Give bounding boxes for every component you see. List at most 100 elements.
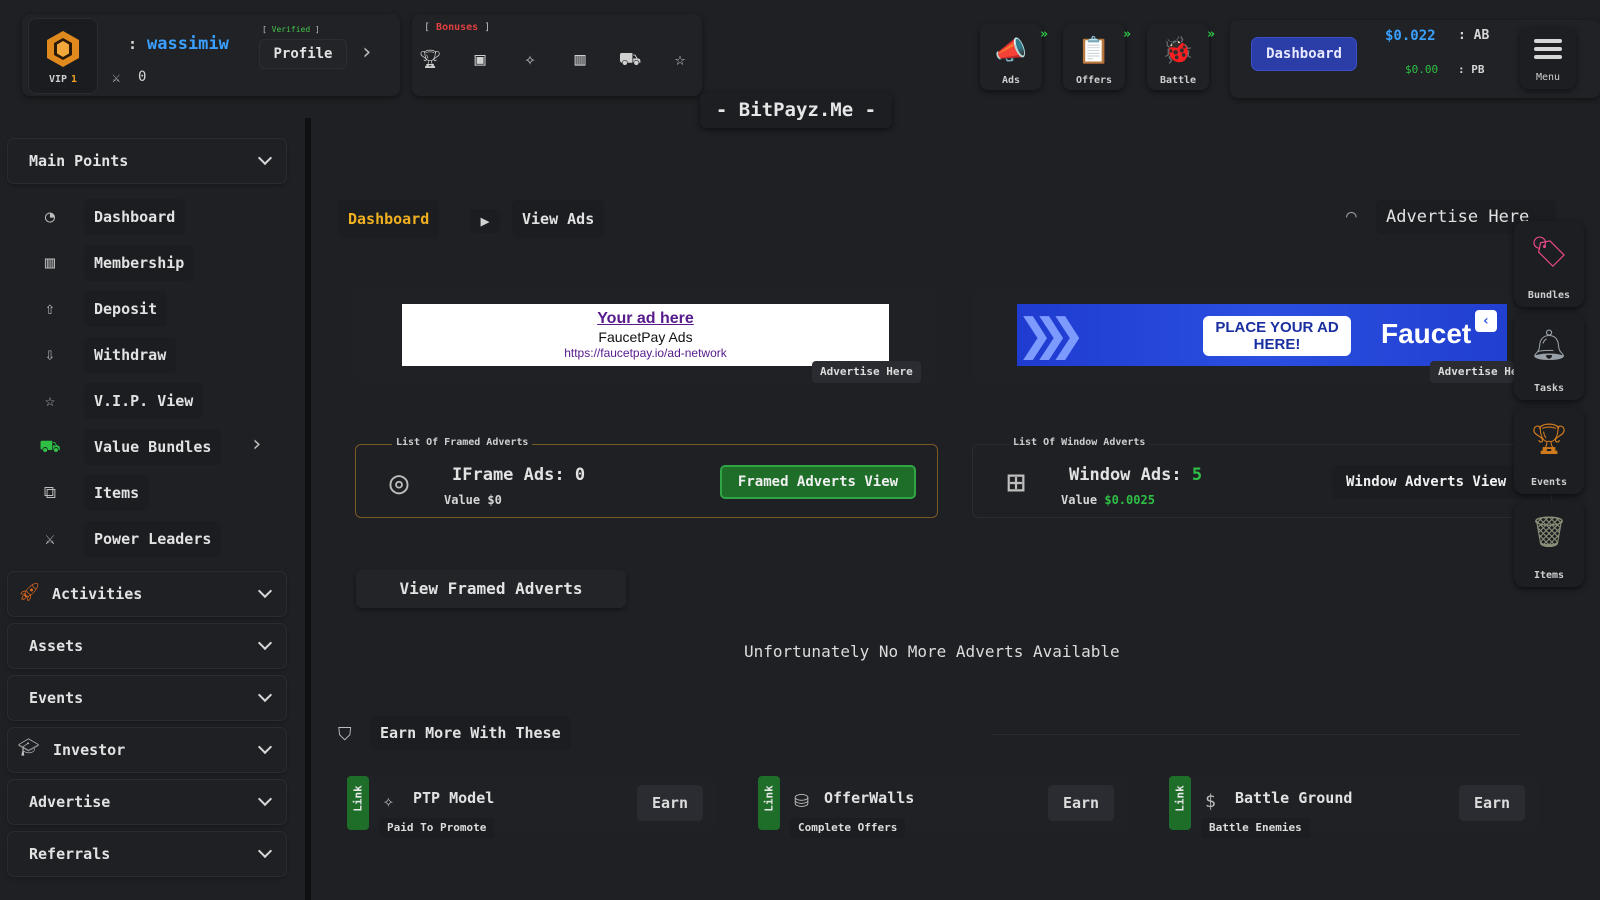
window-adverts-view-button[interactable]: Window Adverts View xyxy=(1332,465,1532,499)
rail-label: Bundles xyxy=(1527,290,1571,301)
rail-items[interactable]: 🗑︎ Items xyxy=(1514,501,1584,587)
tag-icon: ⛉ xyxy=(338,724,352,745)
window-title: Window Ads: xyxy=(1069,465,1182,485)
rail-events[interactable]: 🏆︎ Events xyxy=(1514,408,1584,494)
cart-icon: ⛟ xyxy=(39,437,61,457)
sidebar-group-events[interactable]: Events xyxy=(8,676,286,720)
sidebar-item-label: Items xyxy=(84,475,150,511)
framed-value-label: Value xyxy=(444,493,481,507)
framed-title: IFrame Ads: xyxy=(452,465,565,485)
chevrons-graphic: ❯❯❯ xyxy=(1017,304,1086,366)
chevron-right-icon[interactable]: › xyxy=(360,40,373,65)
ad-subtitle: FaucetPay Ads xyxy=(598,329,693,345)
framed-count: 0 xyxy=(574,465,586,485)
trophy-icon[interactable]: 🏆︎ xyxy=(418,48,442,72)
link-tag[interactable]: Link xyxy=(1169,776,1191,830)
link-tag[interactable]: Link xyxy=(347,776,369,830)
link-label: Link xyxy=(762,785,776,812)
chevron-down-icon xyxy=(257,583,273,599)
faucet-brand-text: Faucet xyxy=(1381,318,1472,349)
sidebar-group-assets[interactable]: Assets xyxy=(8,624,286,668)
chevron-down-icon xyxy=(257,635,273,651)
advertise-here-badge[interactable]: Advertise Here xyxy=(812,361,921,383)
dashboard-button[interactable]: Dashboard xyxy=(1252,38,1356,70)
earn-card-title: Battle Ground xyxy=(1235,789,1353,807)
apps-grid-icon: ⊞ xyxy=(1006,463,1026,501)
sidebar-group-activities[interactable]: 🚀︎ Activities xyxy=(8,572,286,616)
clipboard-icon: 📋 xyxy=(1077,36,1111,66)
breadcrumb-home[interactable]: Dashboard xyxy=(338,200,440,238)
earn-button[interactable]: Earn xyxy=(1048,785,1114,821)
quick-battle[interactable]: 🐞 » Battle xyxy=(1147,24,1215,90)
ad-link[interactable]: Your ad here xyxy=(402,310,889,328)
hexagon-logo-icon xyxy=(47,31,79,67)
cart-icon[interactable]: ⛟ xyxy=(618,48,642,72)
earn-button[interactable]: Earn xyxy=(637,785,703,821)
earn-button[interactable]: Earn xyxy=(1459,785,1525,821)
group-label: Assets xyxy=(29,637,84,655)
quick-ads[interactable]: 📣 » Ads xyxy=(980,24,1048,90)
sidebar-group-investor[interactable]: 🎓︎ Investor xyxy=(8,728,286,772)
ad-banner-faucetpay-text[interactable]: Your ad here FaucetPay Ads https://fauce… xyxy=(402,304,889,366)
rail-label: Events xyxy=(1530,477,1568,488)
window-count: 5 xyxy=(1191,465,1203,485)
window-value-label: Value xyxy=(1061,493,1098,507)
chevron-right-icon[interactable]: › xyxy=(250,432,263,457)
ad-url[interactable]: https://faucetpay.io/ad-network xyxy=(402,346,889,360)
username[interactable]: wassimiw xyxy=(147,34,229,54)
site-title[interactable]: - BitPayz.Me - xyxy=(700,92,892,128)
sidebar-group-referrals[interactable]: Referrals xyxy=(8,832,286,876)
sidebar-group-advertise[interactable]: Advertise xyxy=(8,780,286,824)
play-arrow-icon: ▶ xyxy=(470,209,500,233)
trash-can-icon: 🗑︎ xyxy=(1529,515,1569,550)
hamburger-icon xyxy=(1534,39,1562,63)
balance-ab-label: : AB xyxy=(1458,28,1490,43)
close-icon[interactable]: ‹ xyxy=(1475,310,1497,332)
window-caption: List Of Window Adverts xyxy=(1009,437,1150,448)
star-icon[interactable]: ☆ xyxy=(668,48,692,72)
bundles-icon: 🏷︎ xyxy=(1529,235,1569,270)
chart-icon[interactable]: ▥ xyxy=(568,48,592,72)
quick-offers[interactable]: 📋 » Offers xyxy=(1063,24,1131,90)
ticket-icon[interactable]: ▣ xyxy=(468,48,492,72)
star-icon: ☆ xyxy=(44,391,56,411)
sidebar-divider xyxy=(305,118,311,900)
earn-card-offerwalls[interactable]: Link ⛁ OfferWalls Complete Offers Earn xyxy=(758,776,1128,838)
bonuses-text: Bonuses xyxy=(436,22,479,33)
sidebar-item-label: Deposit xyxy=(84,291,168,327)
vip-label: VIP xyxy=(48,74,68,85)
username-prefix: : xyxy=(128,35,138,53)
quick-battle-label: Battle xyxy=(1159,75,1197,86)
framed-adverts-view-button[interactable]: Framed Adverts View xyxy=(720,465,916,499)
advertise-here-badge[interactable]: Advertise Here xyxy=(1430,361,1514,383)
menu-label: Menu xyxy=(1535,72,1561,83)
menu-button[interactable]: Menu xyxy=(1520,27,1576,89)
sparkles-icon[interactable]: ✧ xyxy=(518,48,542,72)
sidebar-item-label: Dashboard xyxy=(84,199,186,235)
coins-icon: ⛁ xyxy=(794,791,810,812)
earn-card-battle[interactable]: Link $ Battle Ground Battle Enemies Earn xyxy=(1169,776,1539,838)
trophy-icon: 🏆︎ xyxy=(1529,422,1569,457)
no-more-adverts-text: Unfortunately No More Adverts Available xyxy=(744,642,1120,661)
vip-badge[interactable]: VIP 1 xyxy=(28,18,98,94)
profile-button[interactable]: Profile xyxy=(259,39,347,69)
double-chevron-icon: » xyxy=(1123,27,1131,42)
double-chevron-icon: » xyxy=(1207,27,1215,42)
ad-banner-faucetpay-image[interactable]: ❯❯❯ PLACE YOUR AD HERE! Faucet ‹ xyxy=(1017,304,1507,366)
place-your-ad-text: PLACE YOUR AD HERE! xyxy=(1203,316,1351,356)
view-framed-adverts-button[interactable]: View Framed Adverts xyxy=(356,570,626,608)
group-label: Advertise xyxy=(29,793,111,811)
rail-label: Items xyxy=(1533,570,1565,581)
rail-tasks[interactable]: 🔔︎ Tasks xyxy=(1514,314,1584,400)
rail-bundles[interactable]: 🏷︎ Bundles xyxy=(1514,221,1584,307)
link-tag[interactable]: Link xyxy=(758,776,780,830)
earn-card-title: PTP Model xyxy=(413,789,495,807)
verified-text: Verified xyxy=(271,25,311,34)
sidebar-group-main-points[interactable]: Main Points xyxy=(8,139,286,183)
earn-card-ptp[interactable]: Link ✧ PTP Model Paid To Promote Earn xyxy=(347,776,717,838)
sidebar-item-label: V.I.P. View xyxy=(84,383,204,419)
graduation-cap-icon: 🎓︎ xyxy=(18,738,40,758)
earn-card-subtitle: Paid To Promote xyxy=(379,818,495,838)
chevron-down-icon xyxy=(257,791,273,807)
group-label: Main Points xyxy=(29,152,129,170)
